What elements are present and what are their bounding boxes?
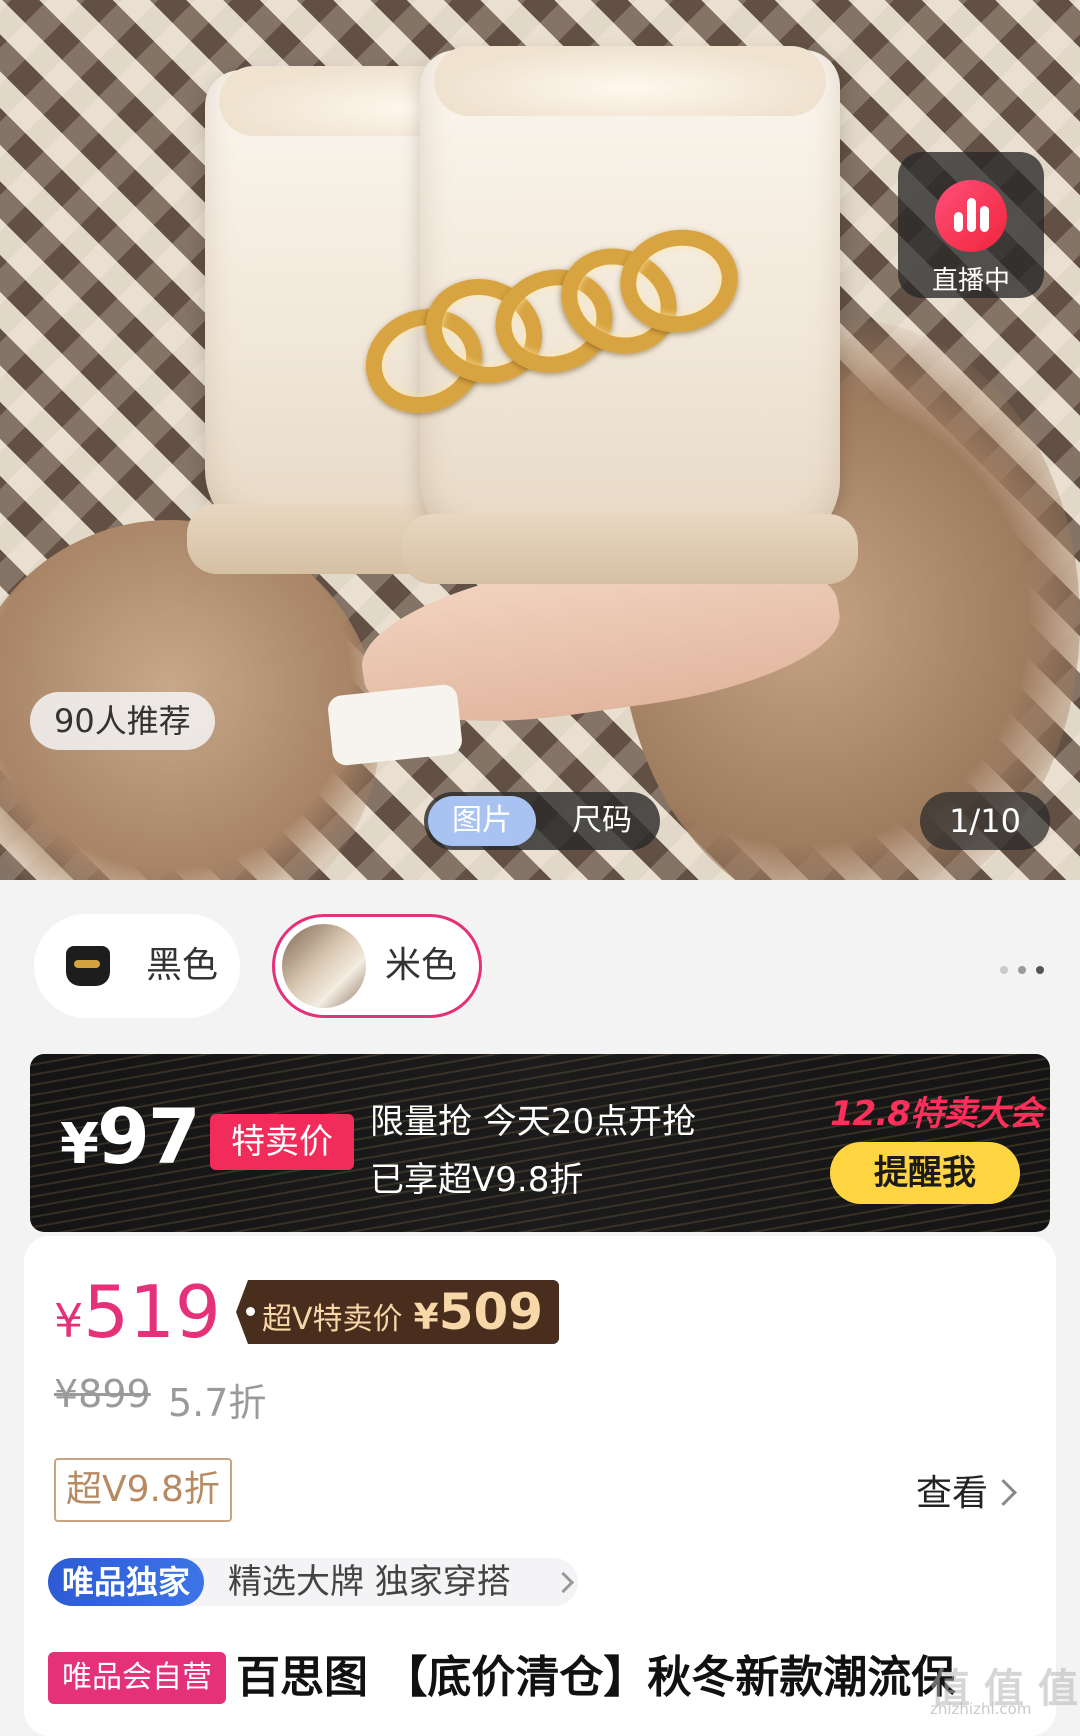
- currency-symbol: ¥: [60, 1112, 99, 1177]
- discount-rate: 5.7折: [168, 1381, 267, 1425]
- tab-images[interactable]: 图片: [428, 796, 536, 846]
- color-option-black[interactable]: 黑色: [34, 914, 240, 1018]
- current-price-value: 519: [83, 1270, 221, 1354]
- flash-sale-banner: ¥97 特卖价 限量抢 今天20点开抢 已享超V9.8折 12.8特卖大会 提醒…: [30, 1054, 1050, 1232]
- watermark-url: zhizhizhi.com: [930, 1700, 1032, 1718]
- sleeve-image: [326, 683, 464, 767]
- boot-thumbnail-icon: [66, 946, 110, 986]
- media-toggle: 图片 尺码: [424, 792, 660, 850]
- currency-symbol: ¥: [413, 1297, 439, 1338]
- svip-price: ¥509: [414, 1283, 543, 1341]
- live-bars-icon: [935, 180, 1007, 252]
- svip-discount-badge: 超V9.8折: [54, 1458, 232, 1522]
- view-label: 查看: [916, 1473, 989, 1514]
- sale-event-logo: 12.8特卖大会: [830, 1094, 1043, 1134]
- color-thumbnail: [44, 924, 128, 1008]
- svip-label: 超V特卖价: [262, 1302, 403, 1337]
- color-selector: 黑色 米色: [0, 880, 1080, 1030]
- live-label: 直播中: [931, 266, 1010, 296]
- tab-size[interactable]: 尺码: [548, 796, 656, 846]
- vip-exclusive-text: 精选大牌 独家穿搭: [228, 1562, 511, 1602]
- flash-sale-schedule: 限量抢 今天20点开抢: [370, 1102, 697, 1142]
- self-operated-badge: 唯品会自营: [48, 1652, 226, 1704]
- remind-me-button[interactable]: 提醒我: [830, 1142, 1020, 1204]
- chevron-right-icon: [990, 1478, 1017, 1506]
- more-dots-icon[interactable]: [1000, 964, 1050, 976]
- gold-chain-image: [351, 220, 746, 430]
- boot-collar: [434, 46, 826, 116]
- tag-hole-icon: [246, 1307, 255, 1316]
- image-page-counter: 1/10: [920, 792, 1050, 850]
- live-stream-badge[interactable]: 直播中: [898, 152, 1044, 298]
- flash-sale-discount: 已享超V9.8折: [370, 1160, 584, 1200]
- color-option-label: 黑色: [146, 945, 219, 986]
- currency-symbol: ¥: [54, 1294, 84, 1348]
- svip-price-tag: 超V特卖价 ¥509: [236, 1280, 560, 1344]
- view-link[interactable]: 查看: [916, 1464, 1017, 1516]
- flash-sale-price: ¥97: [60, 1092, 201, 1181]
- flash-sale-tag: 特卖价: [210, 1114, 354, 1170]
- vip-exclusive-badge: 唯品独家: [48, 1558, 204, 1606]
- color-option-label: 米色: [385, 945, 458, 986]
- recommend-count: 90人推荐: [30, 692, 215, 750]
- vip-exclusive-banner[interactable]: 唯品独家 精选大牌 独家穿搭: [48, 1558, 578, 1606]
- svip-price-value: 509: [438, 1283, 544, 1341]
- product-image-carousel[interactable]: 直播中 90人推荐 图片 尺码 1/10: [0, 0, 1080, 880]
- price-card: ¥519 超V特卖价 ¥509 ¥899 5.7折 超V9.8折 查看 唯品独家…: [24, 1236, 1056, 1736]
- boot-sole: [402, 514, 858, 584]
- color-thumbnail: [282, 924, 366, 1008]
- flash-price-value: 97: [96, 1092, 201, 1181]
- current-price: ¥519: [54, 1272, 221, 1361]
- chevron-right-icon: [552, 1571, 575, 1594]
- color-option-beige[interactable]: 米色: [272, 914, 482, 1018]
- original-price: ¥899: [54, 1372, 151, 1416]
